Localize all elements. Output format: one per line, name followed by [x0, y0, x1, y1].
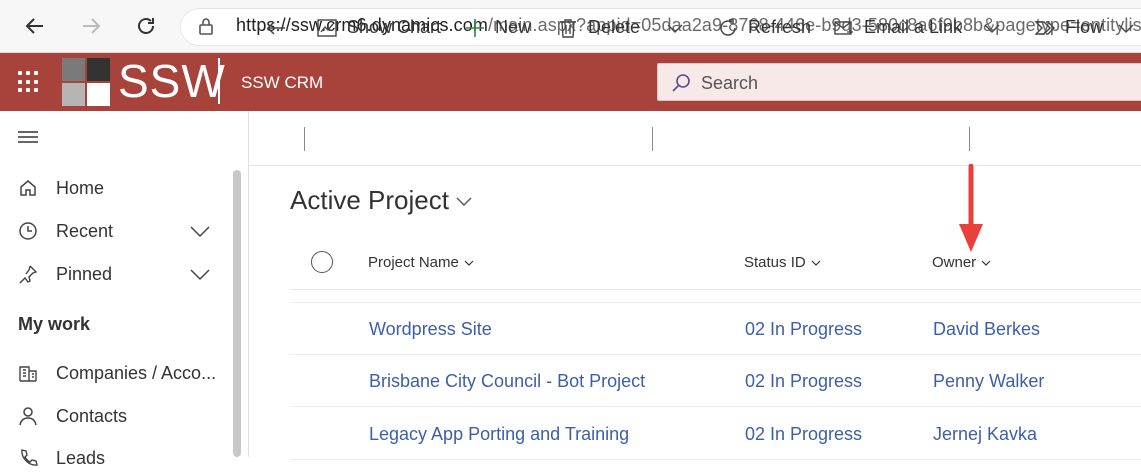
- forward-button[interactable]: [76, 11, 106, 41]
- sidebar-item-label: Leads: [56, 447, 106, 468]
- refresh-button[interactable]: Refresh: [716, 0, 811, 55]
- column-header-label: Project Name: [368, 254, 459, 271]
- owner-link[interactable]: Jernej Kavka: [933, 424, 1037, 445]
- lock-icon: [196, 16, 216, 36]
- select-all-checkbox[interactable]: [311, 251, 333, 273]
- show-chart-label: Show Chart: [347, 17, 442, 37]
- email-link-button[interactable]: Email a Link: [832, 0, 962, 55]
- flow-icon: [1033, 16, 1057, 40]
- email-link-label: Email a Link: [864, 17, 963, 37]
- chevron-down-icon[interactable]: [188, 262, 212, 286]
- sidebar-item-leads[interactable]: Leads: [0, 440, 230, 476]
- search-icon: [672, 74, 690, 92]
- status-link[interactable]: 02 In Progress: [745, 319, 862, 340]
- delete-label: Delete: [588, 17, 641, 37]
- owner-link[interactable]: David Berkes: [933, 319, 1040, 340]
- column-header-label: Owner: [932, 254, 977, 271]
- hamburger-menu-icon[interactable]: [18, 129, 38, 145]
- flow-more-dropdown[interactable]: [1115, 0, 1137, 55]
- forward-arrow-icon: [83, 18, 101, 34]
- column-header-owner[interactable]: Owner: [932, 254, 991, 271]
- table-row[interactable]: Legacy App Porting and Training 02 In Pr…: [290, 408, 1141, 460]
- sidebar-item-pinned[interactable]: Pinned: [0, 256, 230, 292]
- chevron-down-icon: [1118, 24, 1134, 33]
- owner-link[interactable]: Penny Walker: [933, 371, 1044, 392]
- project-name-link[interactable]: Legacy App Porting and Training: [369, 424, 629, 445]
- sidebar-item-label: Pinned: [56, 263, 113, 284]
- sidebar-item-recent[interactable]: Recent: [0, 213, 230, 249]
- column-header-status-id[interactable]: Status ID: [744, 254, 821, 271]
- logo-divider: [218, 58, 220, 104]
- delete-button[interactable]: Delete: [556, 0, 640, 55]
- chart-icon: [315, 16, 339, 40]
- table-row[interactable]: Brisbane City Council - Bot Project 02 I…: [290, 355, 1141, 407]
- sidebar-item-contacts[interactable]: Contacts: [0, 398, 230, 434]
- search-placeholder: Search: [701, 73, 759, 93]
- view-title[interactable]: Active Project: [290, 185, 449, 216]
- reload-button[interactable]: [131, 11, 161, 41]
- command-bar: [250, 111, 1141, 166]
- sidebar-item-label: Companies / Acco...: [56, 362, 217, 383]
- sidebar-item-label: Home: [56, 177, 105, 198]
- new-label: New: [495, 17, 532, 37]
- status-link[interactable]: 02 In Progress: [745, 371, 862, 392]
- chevron-down-icon: [464, 260, 474, 266]
- plus-icon: [463, 16, 487, 40]
- sidebar-item-label: Contacts: [56, 405, 128, 426]
- phone-icon: [17, 447, 39, 469]
- chevron-down-icon[interactable]: [188, 219, 212, 243]
- flow-label: Flow: [1065, 17, 1104, 37]
- sidebar-item-companies[interactable]: Companies / Acco...: [0, 355, 230, 391]
- refresh-icon: [716, 16, 740, 40]
- refresh-label: Refresh: [748, 17, 812, 37]
- back-arrow-icon: [25, 18, 43, 34]
- sidebar-item-label: Recent: [56, 220, 114, 241]
- logo-text: SSW: [118, 55, 226, 107]
- delete-more-dropdown[interactable]: [664, 0, 686, 55]
- sidebar-item-home[interactable]: Home: [0, 170, 230, 206]
- logo-squares-icon: [62, 58, 110, 106]
- project-name-link[interactable]: Brisbane City Council - Bot Project: [369, 371, 645, 392]
- chevron-down-icon: [981, 260, 991, 266]
- person-icon: [17, 405, 39, 427]
- section-header-my-work: My work: [18, 314, 91, 334]
- back-command-button[interactable]: [265, 0, 287, 55]
- command-separator: [969, 127, 970, 151]
- back-arrow-icon: [266, 20, 285, 35]
- home-icon: [17, 177, 39, 199]
- grid-divider: [290, 289, 1141, 290]
- table-row[interactable]: Wordpress Site 02 In Progress David Berk…: [290, 303, 1141, 355]
- column-header-label: Status ID: [744, 254, 806, 271]
- chevron-down-icon[interactable]: [455, 192, 473, 210]
- trash-icon: [556, 16, 580, 40]
- email-more-dropdown[interactable]: [981, 0, 1003, 55]
- email-link-icon: [832, 16, 856, 40]
- back-button[interactable]: [20, 11, 50, 41]
- command-separator: [304, 127, 305, 151]
- show-chart-button[interactable]: Show Chart: [315, 0, 441, 55]
- pin-icon: [17, 263, 39, 285]
- chevron-down-icon: [811, 260, 821, 266]
- project-name-link[interactable]: Wordpress Site: [369, 319, 492, 340]
- building-icon: [17, 362, 39, 384]
- app-title[interactable]: SSW CRM: [241, 73, 323, 93]
- reload-icon: [138, 18, 154, 34]
- status-link[interactable]: 02 In Progress: [745, 424, 862, 445]
- chevron-down-icon: [667, 24, 683, 33]
- annotation-arrow-icon: [959, 164, 983, 252]
- app-launcher-icon[interactable]: [18, 71, 40, 93]
- clock-icon: [17, 220, 39, 242]
- sidebar-scrollbar[interactable]: [233, 170, 241, 457]
- new-button[interactable]: New: [463, 0, 531, 55]
- flow-button[interactable]: Flow: [1033, 0, 1103, 55]
- command-separator: [652, 127, 653, 151]
- column-header-project-name[interactable]: Project Name: [368, 254, 474, 271]
- chevron-down-icon: [984, 24, 1000, 33]
